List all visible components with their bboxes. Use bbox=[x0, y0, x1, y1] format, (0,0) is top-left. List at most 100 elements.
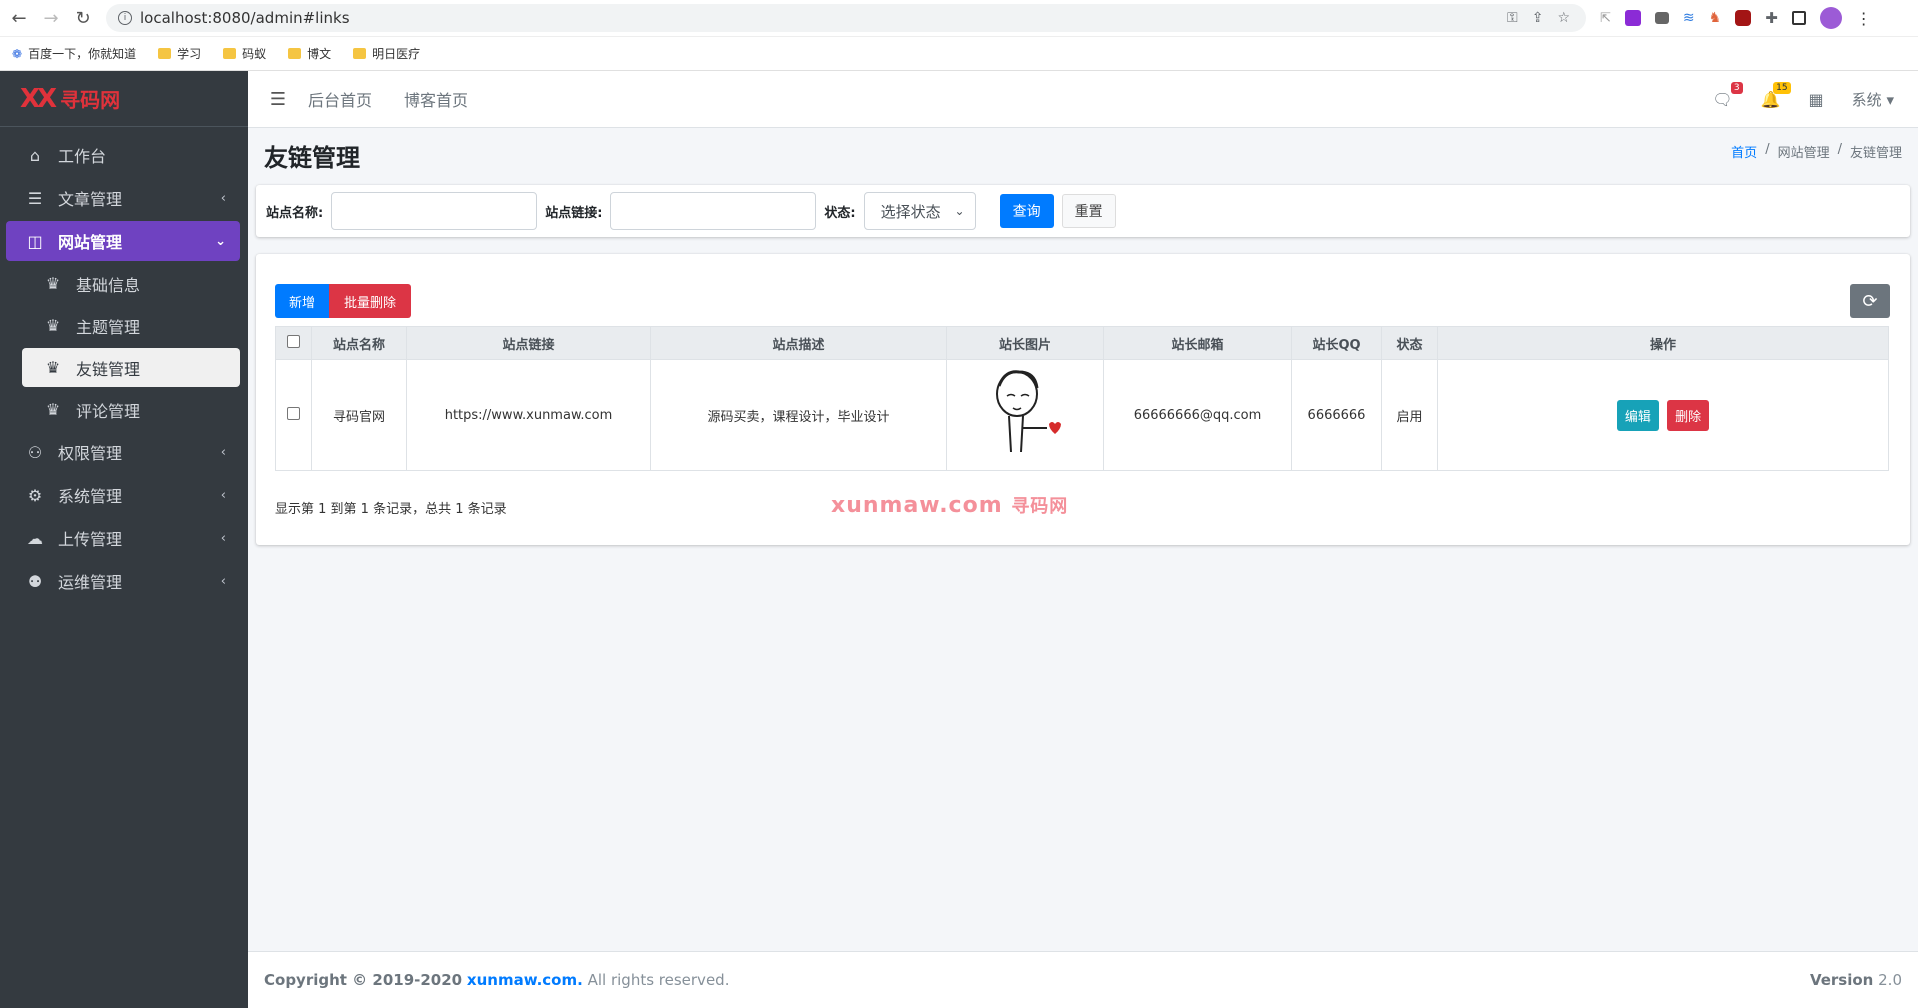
footer: Copyright © 2019-2020 xunmaw.com. All ri… bbox=[248, 951, 1918, 1008]
folder-icon bbox=[223, 48, 237, 59]
back-icon[interactable]: ← bbox=[6, 5, 32, 31]
site-name-label: 站点名称: bbox=[266, 205, 324, 221]
breadcrumb-separator: / bbox=[1837, 142, 1842, 157]
key-icon[interactable]: ⚿ bbox=[1507, 10, 1518, 26]
brand[interactable]: XX 寻码网 bbox=[0, 71, 248, 127]
bookmark-folder[interactable]: 明日医疗 bbox=[353, 45, 420, 62]
sidebar-item-articles[interactable]: ☰ 文章管理 ‹ bbox=[6, 178, 240, 218]
column-header[interactable]: 站长邮箱 bbox=[1103, 326, 1292, 360]
main-content: 友链管理 首页 / 网站管理 / 友链管理 站点名称: 站点链接: 状态: 选择… bbox=[248, 128, 1918, 951]
row-select-cell bbox=[275, 359, 312, 471]
extension-blue-icon[interactable]: ≋ bbox=[1683, 10, 1695, 26]
browser-toolbar: ← → ↻ i localhost:8080/admin#links ⚿ ⇪ ☆… bbox=[0, 0, 1918, 37]
footer-site-link[interactable]: xunmaw.com. bbox=[467, 971, 583, 989]
folder-icon bbox=[288, 48, 302, 59]
grid-icon[interactable]: ▦ bbox=[1809, 90, 1824, 109]
cloud-upload-icon: ☁ bbox=[27, 528, 43, 548]
cell-site-name: 寻码官网 bbox=[311, 359, 407, 471]
sidebar-subitem-comments[interactable]: ♛ 评论管理 bbox=[22, 390, 240, 429]
puzzle-icon[interactable]: ✚ bbox=[1765, 9, 1778, 27]
sidebar-item-permissions[interactable]: ⚇ 权限管理 ‹ bbox=[6, 432, 240, 472]
sidebar-subitem-basic-info[interactable]: ♛ 基础信息 bbox=[22, 264, 240, 303]
baidu-paw-icon: ❁ bbox=[12, 46, 23, 61]
column-header[interactable]: 站长图片 bbox=[946, 326, 1104, 360]
pagination-summary: 显示第 1 到第 1 条记录，总共 1 条记录 bbox=[275, 502, 507, 517]
nav-link-blog-home[interactable]: 博客首页 bbox=[404, 87, 468, 111]
menu-dots-icon[interactable]: ⋮ bbox=[1856, 9, 1886, 28]
column-header[interactable]: 站点描述 bbox=[650, 326, 947, 360]
refresh-icon: ⟳ bbox=[1862, 290, 1878, 312]
folder-icon bbox=[158, 48, 172, 59]
star-icon[interactable]: ☆ bbox=[1557, 10, 1570, 26]
site-link-input[interactable] bbox=[610, 192, 817, 230]
crown-icon: ♛ bbox=[45, 400, 61, 419]
breadcrumb-separator: / bbox=[1765, 142, 1770, 157]
extension-orange-icon[interactable]: ♞ bbox=[1709, 10, 1722, 26]
page-title: 友链管理 bbox=[264, 144, 360, 172]
sidebar-item-website[interactable]: ◫ 网站管理 ⌄ bbox=[6, 221, 240, 261]
edit-button[interactable]: 编辑 bbox=[1616, 399, 1659, 431]
column-header[interactable]: 站点链接 bbox=[406, 326, 651, 360]
system-dropdown[interactable]: 系统 ▾ bbox=[1852, 89, 1894, 110]
sidebar-subitem-links[interactable]: ♛ 友链管理 bbox=[22, 348, 240, 387]
people-icon: ⚉ bbox=[27, 571, 43, 591]
column-header[interactable]: 状态 bbox=[1381, 326, 1438, 360]
info-icon[interactable]: i bbox=[118, 11, 132, 25]
sidebar-subitem-themes[interactable]: ♛ 主题管理 bbox=[22, 306, 240, 345]
messages-button[interactable]: 🗨 3 bbox=[1712, 81, 1743, 109]
url-text: localhost:8080/admin#links bbox=[140, 9, 350, 27]
bookmark-folder[interactable]: 博文 bbox=[288, 45, 331, 62]
profile-avatar[interactable] bbox=[1819, 7, 1842, 29]
extension-purple-icon[interactable] bbox=[1624, 10, 1641, 26]
status-select[interactable]: 选择状态 ⌄ bbox=[863, 192, 976, 230]
add-button[interactable]: 新增 bbox=[275, 284, 329, 318]
owner-avatar-image bbox=[996, 370, 1061, 453]
extension-table-icon[interactable] bbox=[1654, 12, 1669, 24]
row-checkbox[interactable] bbox=[287, 406, 300, 420]
forward-icon[interactable]: → bbox=[38, 5, 64, 31]
sidebar-item-ops[interactable]: ⚉ 运维管理 ‹ bbox=[6, 561, 240, 601]
reload-icon[interactable]: ↻ bbox=[70, 5, 96, 31]
column-header[interactable]: 站长QQ bbox=[1291, 326, 1382, 360]
nav-link-admin-home[interactable]: 后台首页 bbox=[308, 87, 372, 111]
bookmark-baidu[interactable]: ❁ 百度一下，你就知道 bbox=[12, 45, 136, 62]
sidebar-item-dashboard[interactable]: ⌂ 工作台 bbox=[6, 135, 240, 175]
notifications-badge: 15 bbox=[1773, 81, 1791, 94]
side-panel-icon[interactable] bbox=[1791, 11, 1806, 25]
home-icon: ⌂ bbox=[29, 145, 41, 165]
header-select-all[interactable] bbox=[275, 326, 312, 360]
batch-delete-button[interactable]: 批量删除 bbox=[329, 284, 411, 318]
select-all-checkbox[interactable] bbox=[287, 334, 300, 348]
folder-icon bbox=[353, 48, 367, 59]
breadcrumb-website: 网站管理 bbox=[1777, 146, 1830, 161]
cell-site-desc: 源码买卖，课程设计，毕业设计 bbox=[650, 359, 947, 471]
links-table: 站点名称 站点链接 站点描述 站长图片 站长邮箱 站长QQ 状态 操作 寻码官网… bbox=[275, 326, 1889, 471]
hamburger-menu-icon[interactable]: ☰ bbox=[248, 89, 308, 110]
brand-name: 寻码网 bbox=[60, 88, 121, 112]
query-button[interactable]: 查询 bbox=[999, 194, 1054, 228]
breadcrumb-home[interactable]: 首页 bbox=[1731, 142, 1757, 161]
share-icon[interactable]: ⇪ bbox=[1532, 10, 1544, 26]
comments-icon: 🗨 bbox=[1712, 89, 1733, 109]
notifications-button[interactable]: 🔔 15 bbox=[1761, 81, 1791, 109]
sidebar-item-system[interactable]: ⚙ 系统管理 ‹ bbox=[6, 475, 240, 515]
refresh-button[interactable]: ⟳ bbox=[1850, 284, 1890, 318]
column-header[interactable]: 站点名称 bbox=[311, 326, 407, 360]
cell-owner-image bbox=[946, 359, 1104, 471]
ublock-icon[interactable] bbox=[1735, 10, 1752, 26]
cursor-extension-icon[interactable]: ⇱ bbox=[1600, 11, 1611, 26]
sidebar-item-upload[interactable]: ☁ 上传管理 ‹ bbox=[6, 518, 240, 558]
bookmark-folder[interactable]: 码蚁 bbox=[223, 45, 266, 62]
status-label: 状态: bbox=[824, 205, 856, 221]
chevron-left-icon: ‹ bbox=[220, 444, 226, 460]
delete-button[interactable]: 删除 bbox=[1667, 399, 1710, 431]
brand-logo-icon: XX bbox=[20, 83, 57, 114]
breadcrumb-current: 友链管理 bbox=[1849, 146, 1902, 161]
address-bar[interactable]: i localhost:8080/admin#links ⚿ ⇪ ☆ bbox=[106, 4, 1586, 32]
site-name-input[interactable] bbox=[331, 192, 538, 230]
chevron-down-icon: ⌄ bbox=[215, 233, 226, 249]
cell-owner-qq: 6666666 bbox=[1291, 359, 1382, 471]
gear-icon: ⚙ bbox=[27, 485, 43, 505]
reset-button[interactable]: 重置 bbox=[1061, 194, 1116, 228]
bookmark-folder[interactable]: 学习 bbox=[158, 45, 201, 62]
